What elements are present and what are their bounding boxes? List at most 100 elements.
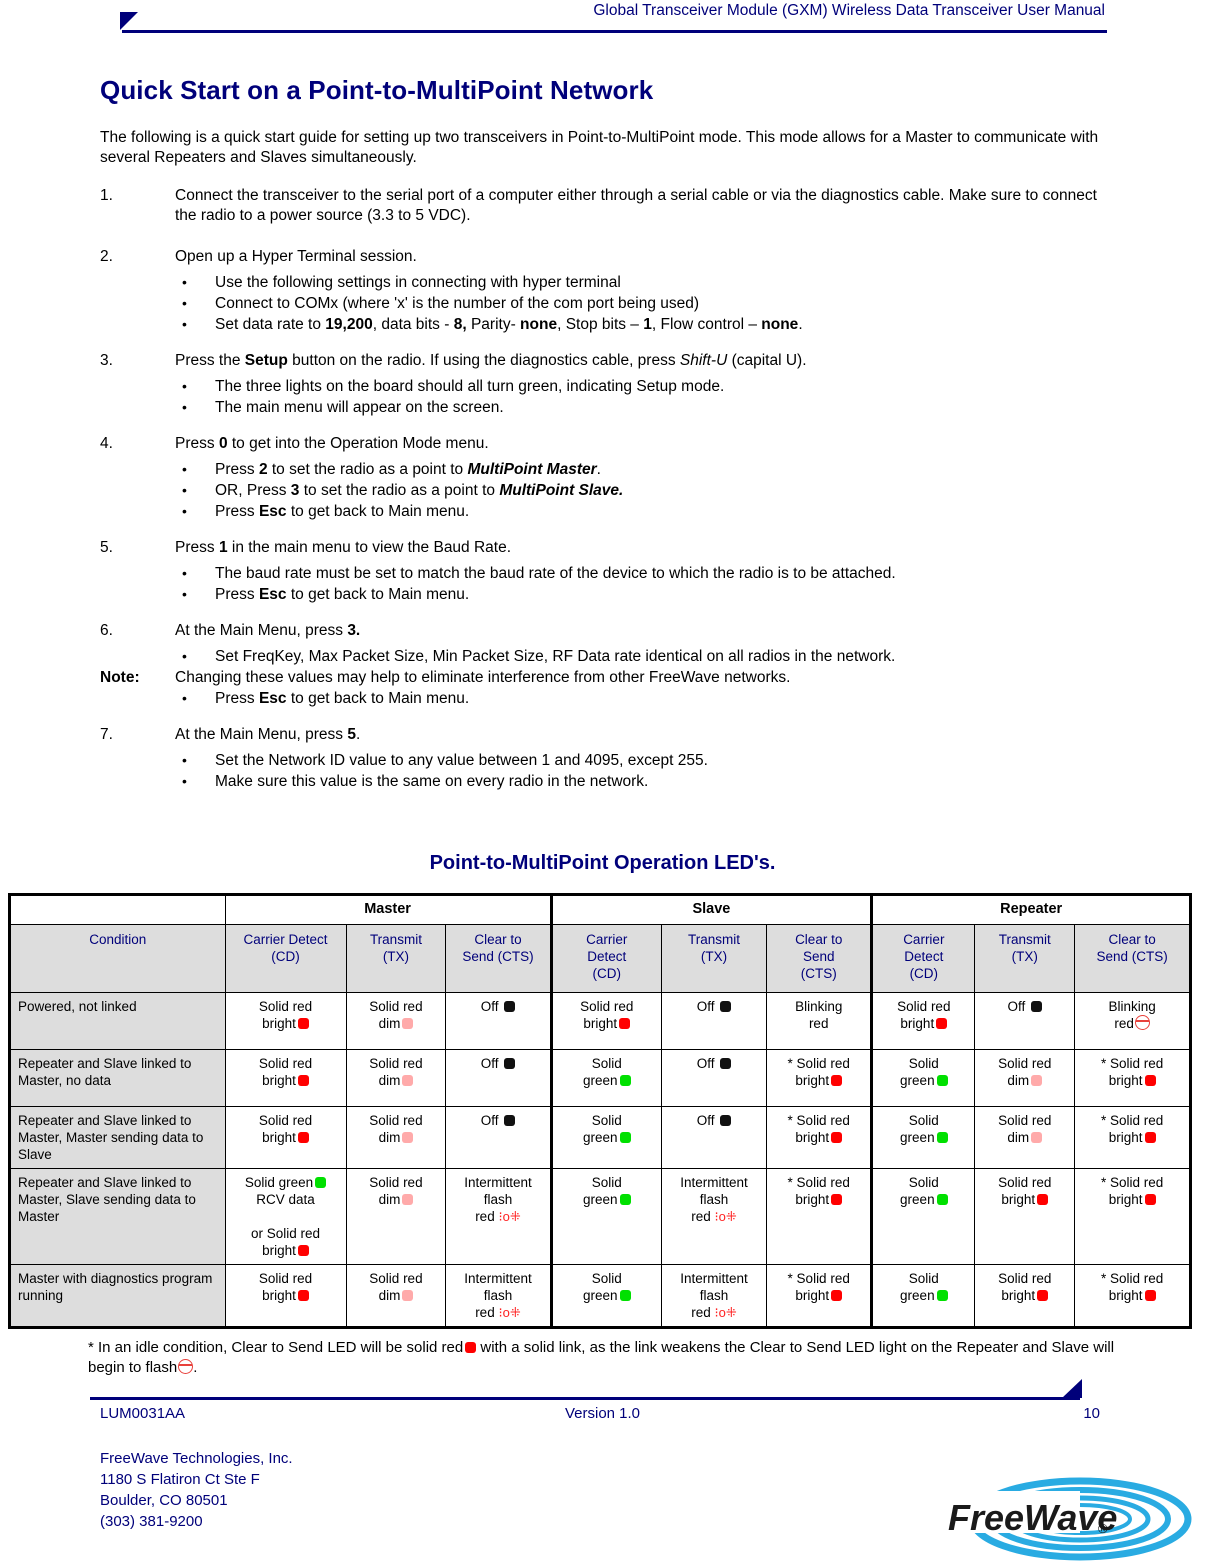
cell-master-cts: Off: [445, 1049, 552, 1107]
led-red-icon: [1144, 1075, 1156, 1086]
table-row: Powered, not linked Solid red bright Soli…: [8, 992, 1192, 1050]
note-label: Note:: [100, 669, 140, 686]
step-1-text: Connect the transceiver to the serial po…: [175, 187, 1097, 224]
group-header-slave: Slave: [549, 893, 873, 925]
cell-slave-cts: * Solid red bright: [766, 1264, 873, 1329]
note-line: Note: Changing these values may help to …: [100, 668, 1110, 688]
led-green-icon: [619, 1132, 631, 1143]
step-4: 4. Press 0 to get into the Operation Mod…: [100, 434, 1110, 454]
cell-master-cd: Solid red bright: [224, 1049, 347, 1107]
col-header-master-tx: Transmit (TX): [345, 924, 447, 993]
list-item: • Use the following settings in connectin…: [100, 273, 1110, 293]
cell-repeater-tx: Solid red dim: [974, 1049, 1076, 1107]
list-item: • Set FreqKey, Max Packet Size, Min Packe…: [100, 647, 1110, 667]
step-5-bullets: • The baud rate must be set to match the …: [100, 564, 1110, 605]
footer-triangle-icon: [1062, 1379, 1082, 1398]
page-number: 10: [1083, 1405, 1100, 1422]
list-item: • Press Esc to get back to Main menu.: [100, 502, 1110, 522]
step-2-number: 2.: [100, 248, 113, 265]
led-red-icon: [297, 1018, 309, 1029]
led-off-icon: [1031, 1001, 1043, 1012]
row-condition: Master with diagnostics program running: [8, 1264, 226, 1329]
bullet-text: Press 2 to set the radio as a point to M…: [215, 461, 601, 478]
table-footnote: * In an idle condition, Clear to Send LE…: [88, 1338, 1128, 1378]
led-blinking-icon: [1134, 1015, 1150, 1030]
col-header-slave-cts: Clear to Send (CTS): [766, 924, 873, 993]
led-green-icon: [936, 1075, 948, 1086]
table-group-header-row: Master Slave Repeater: [8, 893, 1192, 925]
table-row: Repeater and Slave linked to Master, Mas…: [8, 1106, 1192, 1169]
step-4-text: Press 0 to get into the Operation Mode m…: [175, 435, 489, 452]
col-header-repeater-cd: Carrier Detect (CD): [870, 924, 976, 993]
bullet-icon: •: [182, 316, 187, 332]
registered-trademark-icon: ®: [1098, 1521, 1108, 1536]
col-header-condition: Condition: [8, 924, 226, 993]
footnote-part1: * In an idle condition, Clear to Send LE…: [88, 1339, 464, 1356]
cell-repeater-tx: Solid red bright: [974, 1264, 1076, 1329]
bullet-text: Press Esc to get back to Main menu.: [215, 690, 470, 707]
bullet-text: Make sure this value is the same on ever…: [215, 773, 649, 790]
cell-repeater-cd: Solid red bright: [870, 992, 976, 1050]
col-header-repeater-tx: Transmit (TX): [974, 924, 1076, 993]
step-2-text: Open up a Hyper Terminal session.: [175, 248, 417, 265]
bullet-icon: •: [182, 274, 187, 290]
led-red-icon: [465, 1342, 477, 1353]
cell-master-tx: Solid red dim: [345, 992, 447, 1050]
list-item: • The baud rate must be set to match the …: [100, 564, 1110, 584]
group-header-repeater: Repeater: [870, 893, 1192, 925]
cell-repeater-cts: * Solid red bright: [1074, 1264, 1192, 1329]
led-red-icon: [619, 1018, 631, 1029]
bullet-text: OR, Press 3 to set the radio as a point …: [215, 482, 624, 499]
corner-blank-cell: [8, 893, 226, 925]
bullet-icon: •: [182, 690, 187, 706]
row-condition: Repeater and Slave linked to Master, Sla…: [8, 1168, 226, 1265]
led-red-icon: [831, 1075, 843, 1086]
step-7-text: At the Main Menu, press 5.: [175, 726, 361, 743]
step-3-bullets: • The three lights on the board should al…: [100, 377, 1110, 418]
led-dim-red-icon: [1031, 1075, 1043, 1086]
led-dim-red-icon: [402, 1132, 414, 1143]
cell-repeater-cd: Solid green: [870, 1049, 976, 1107]
page-title: Quick Start on a Point-to-MultiPoint Net…: [100, 75, 654, 105]
led-red-icon: [1037, 1290, 1049, 1301]
header-triangle-icon: [120, 12, 138, 30]
step-1-number: 1.: [100, 187, 113, 204]
bullet-icon: •: [182, 461, 187, 477]
cell-slave-cd: Solid green: [549, 1106, 662, 1169]
bullet-text: Press Esc to get back to Main menu.: [215, 503, 470, 520]
led-red-icon: [936, 1018, 948, 1029]
led-dim-red-icon: [402, 1075, 414, 1086]
cell-repeater-cd: Solid green: [870, 1106, 976, 1169]
bullet-text: Press Esc to get back to Main menu.: [215, 586, 470, 603]
led-red-icon: [297, 1290, 309, 1301]
step-2-bullets: • Use the following settings in connectin…: [100, 273, 1110, 335]
bullet-text: Set FreqKey, Max Packet Size, Min Packet…: [215, 648, 896, 665]
row-condition: Repeater and Slave linked to Master, no …: [8, 1049, 226, 1107]
group-header-master: Master: [224, 893, 552, 925]
bullet-icon: •: [182, 648, 187, 664]
cell-master-cd: Solid red bright: [224, 1264, 347, 1329]
list-item: • Press 2 to set the radio as a point to …: [100, 460, 1110, 480]
cell-slave-tx: Intermittent flash red ⁝o⁜: [660, 1168, 768, 1265]
led-green-icon: [936, 1194, 948, 1205]
cell-slave-cts: Blinking red: [766, 992, 873, 1050]
list-item: • OR, Press 3 to set the radio as a point…: [100, 481, 1110, 501]
row-condition: Repeater and Slave linked to Master, Mas…: [8, 1106, 226, 1169]
cell-slave-cts: * Solid red bright: [766, 1106, 873, 1169]
cell-master-cts: Off: [445, 992, 552, 1050]
led-red-icon: [831, 1194, 843, 1205]
step-7: 7. At the Main Menu, press 5.: [100, 725, 1110, 745]
cell-master-cts: Intermittent flash red ⁝o⁜: [445, 1168, 552, 1265]
led-green-icon: [619, 1194, 631, 1205]
cell-slave-tx: Off: [660, 1106, 768, 1169]
footer-rule: [90, 1397, 1080, 1400]
led-off-icon: [504, 1001, 516, 1012]
led-off-icon: [720, 1058, 732, 1069]
bullet-icon: •: [182, 295, 187, 311]
step-5: 5. Press 1 in the main menu to view the …: [100, 538, 1110, 558]
cell-master-tx: Solid red dim: [345, 1168, 447, 1265]
company-name: FreeWave Technologies, Inc.: [100, 1450, 293, 1467]
step-4-number: 4.: [100, 435, 113, 452]
list-item: • The three lights on the board should al…: [100, 377, 1110, 397]
company-address: FreeWave Technologies, Inc. 1180 S Flati…: [100, 1448, 293, 1532]
